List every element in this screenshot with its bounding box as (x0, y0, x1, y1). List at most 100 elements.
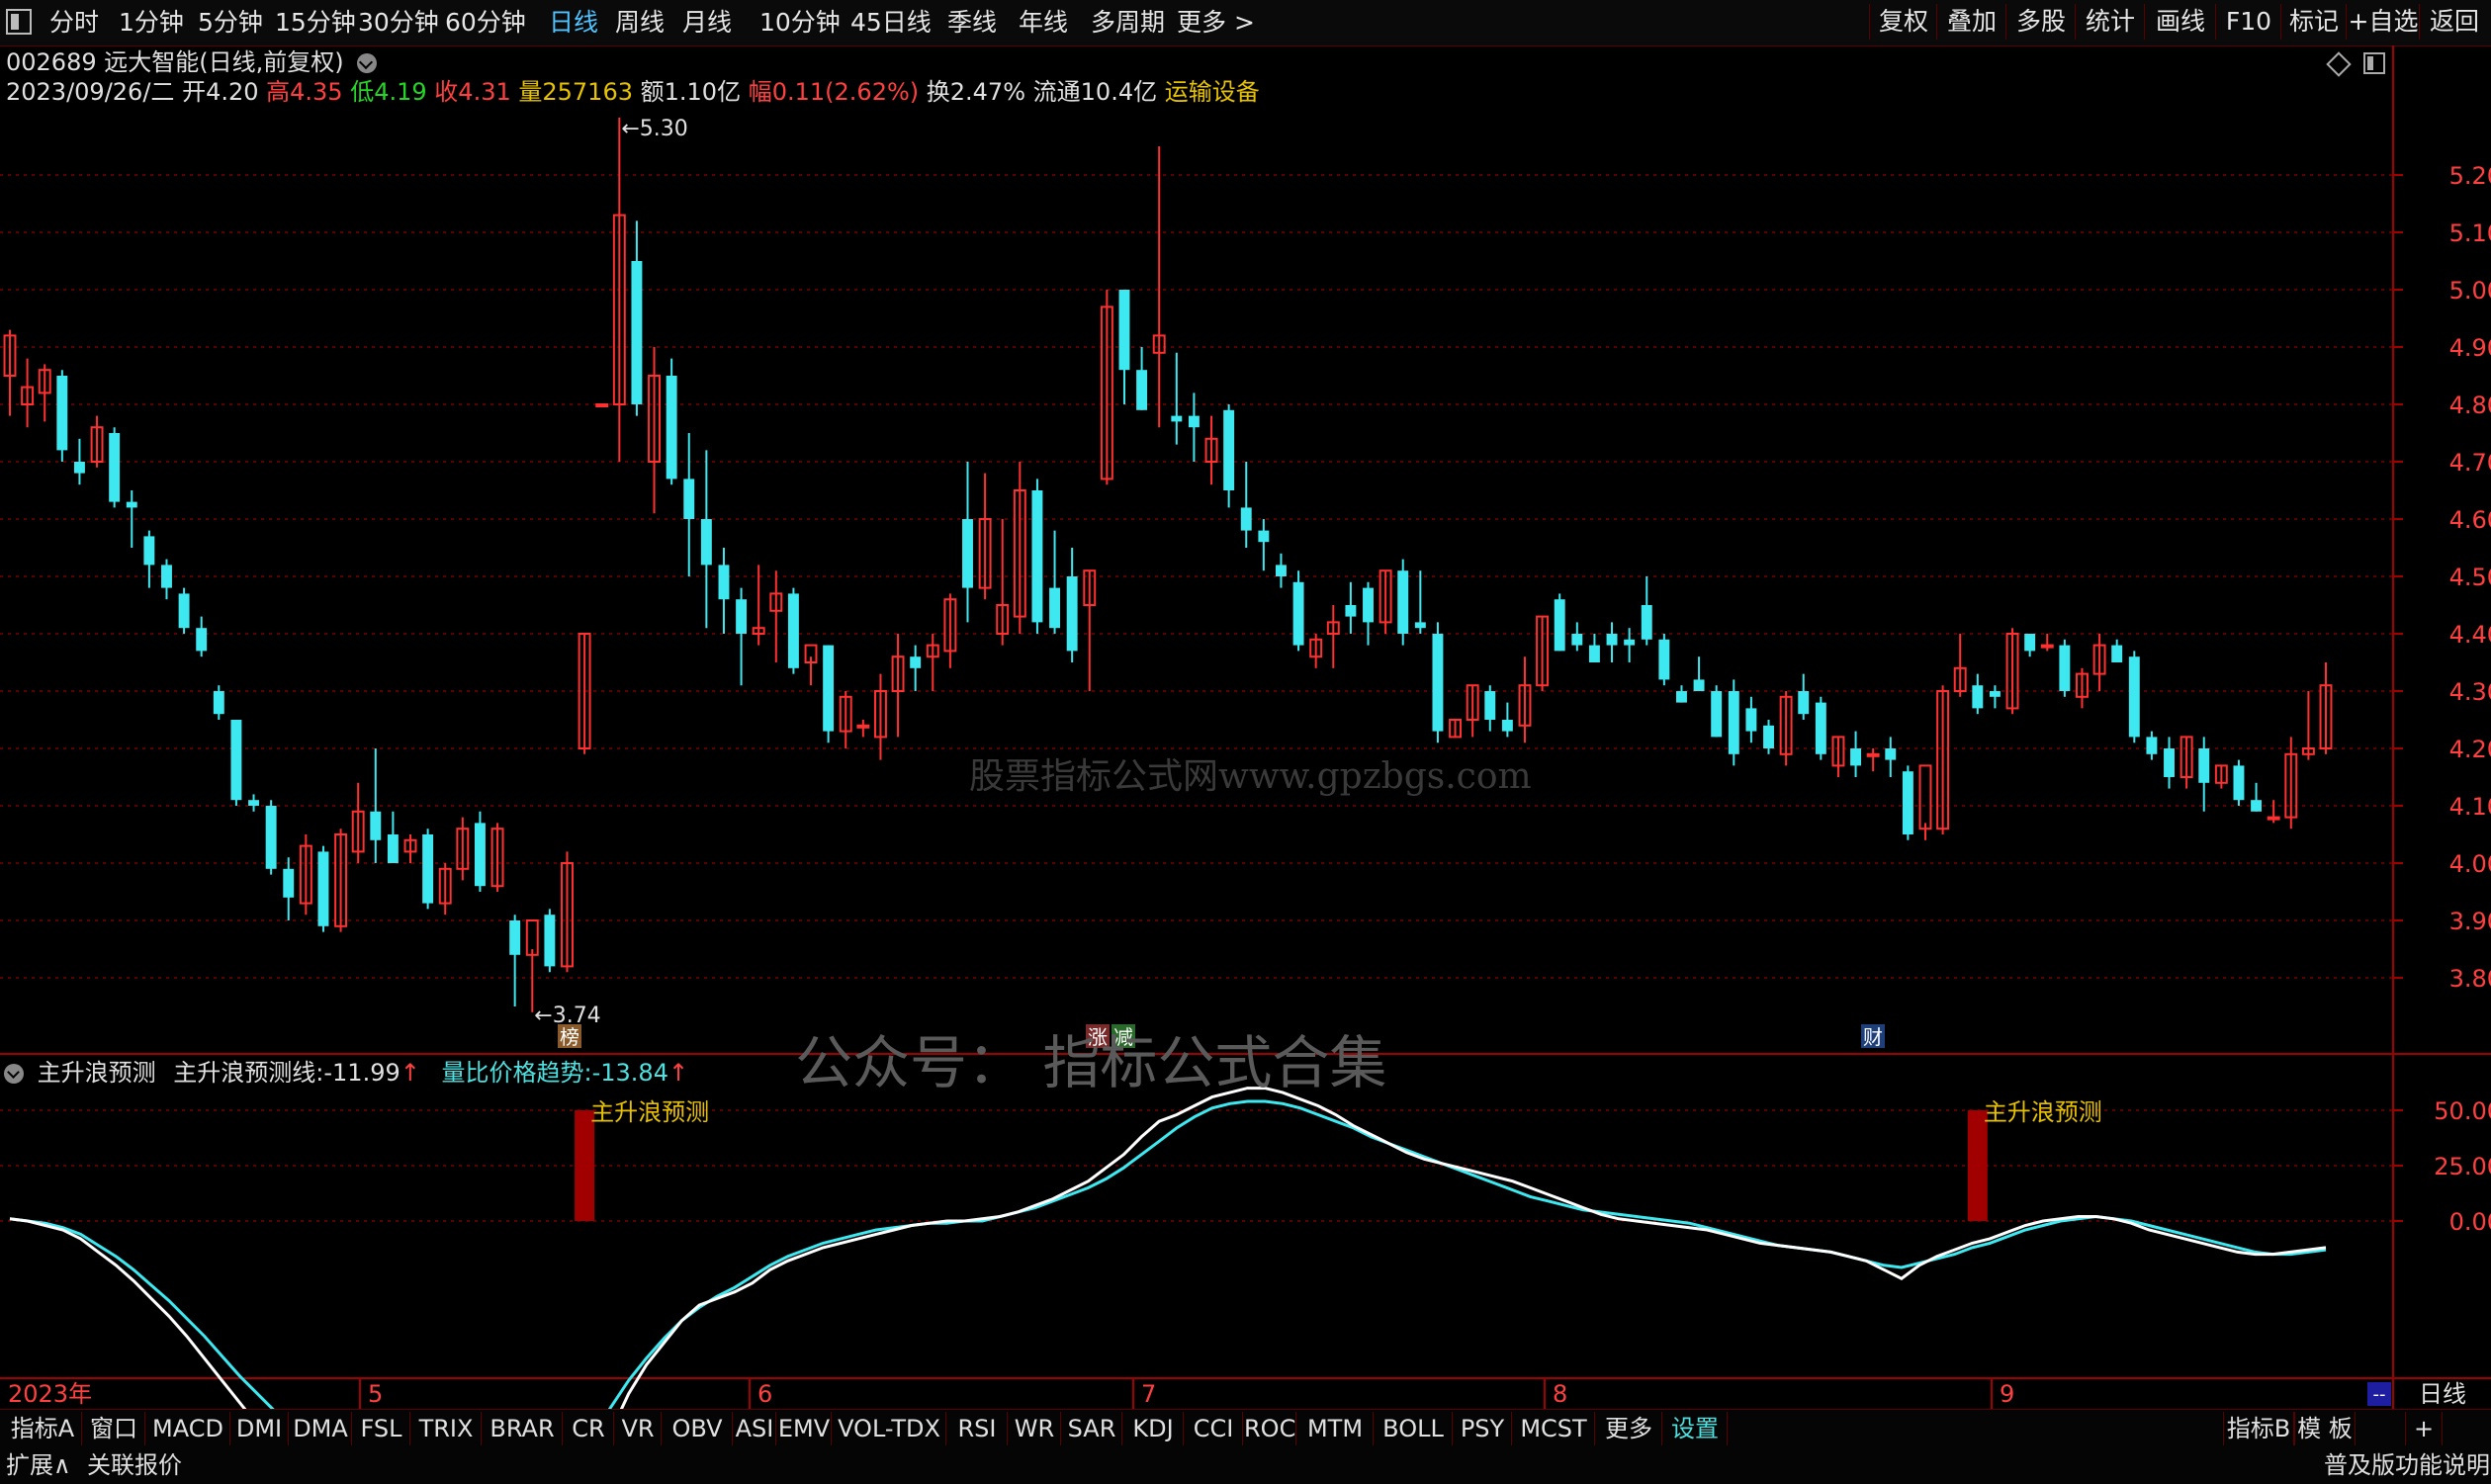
indicator-tab-7[interactable]: BRAR (483, 1412, 563, 1445)
candle-body (1171, 415, 1183, 422)
indicator-tab-4[interactable]: DMA (290, 1412, 352, 1445)
candle-body (1989, 691, 2001, 697)
candle-body (143, 536, 155, 566)
indicator-right-button-0[interactable]: 指标B (2223, 1412, 2294, 1445)
indicator-tab-13[interactable]: VOL-TDX (833, 1412, 946, 1445)
indicator-tab-2[interactable]: MACD (146, 1412, 230, 1445)
indicator-tab-17[interactable]: KDJ (1123, 1412, 1184, 1445)
candle-body (544, 915, 556, 967)
candle-body (387, 834, 399, 863)
price-axis-label: 5.00 (2449, 277, 2491, 305)
up-arrow-icon: ↑ (400, 1059, 420, 1087)
candle-body (109, 433, 121, 502)
price-axis-label: 3.80 (2449, 965, 2491, 993)
candle-body (1414, 622, 1426, 629)
candle-body (370, 811, 382, 840)
indicator-tab-23[interactable]: MCST (1513, 1412, 1595, 1445)
candle-body (2251, 800, 2263, 812)
indicator-line2-value: -13.84 (591, 1059, 668, 1087)
edition-info-link[interactable]: 普及版功能说明 (2324, 1449, 2490, 1481)
indicator-tab-3[interactable]: DMI (230, 1412, 289, 1445)
indicator-tab-24[interactable]: 更多 (1596, 1412, 1662, 1445)
candle-body (1031, 490, 1043, 623)
scroll-indicator-label: -- (2373, 1384, 2386, 1405)
candle-body (213, 691, 224, 715)
candle-body (178, 593, 190, 629)
indicator-tab-15[interactable]: WR (1009, 1412, 1061, 1445)
candle-body (1049, 587, 1061, 629)
candle-body (1606, 634, 1618, 646)
candle-body (2146, 737, 2158, 754)
candle-body (666, 376, 677, 480)
candle-body (1850, 748, 1862, 766)
candle-body (509, 920, 521, 955)
candle-body (1763, 725, 1774, 748)
candle-body (56, 376, 68, 451)
indicator-tab-10[interactable]: OBV (663, 1412, 733, 1445)
month-label: 5 (368, 1380, 383, 1408)
indicator-tab-21[interactable]: BOLL (1375, 1412, 1453, 1445)
price-axis-label: 4.50 (2449, 564, 2491, 591)
indicator-tab-8[interactable]: CR (564, 1412, 614, 1445)
indicator-tab-6[interactable]: TRIX (411, 1412, 482, 1445)
indicator-tab-22[interactable]: PSY (1454, 1412, 1512, 1445)
indicator-tab-9[interactable]: VR (615, 1412, 662, 1445)
indicator-line1-label: 主升浪预测线: (173, 1059, 324, 1087)
signal-label: 主升浪预测 (590, 1098, 709, 1126)
indicator-line2-label: 量比价格趋势: (441, 1059, 592, 1087)
indicator-tab-11[interactable]: ASI (734, 1412, 776, 1445)
candle-body (910, 656, 922, 668)
price-axis-label: 4.70 (2449, 449, 2491, 477)
indicator-tab-5[interactable]: FSL (353, 1412, 410, 1445)
candle-body (631, 261, 643, 404)
year-label: 2023年 (8, 1380, 92, 1408)
candle-body (283, 868, 295, 898)
candle-body (1866, 752, 1880, 757)
candle-body (595, 403, 609, 407)
indicator-header: 主升浪预测 主升浪预测线:-11.99↑ 量比价格趋势:-13.84↑ (4, 1056, 688, 1090)
candle-body (230, 720, 242, 801)
indicator-tab-14[interactable]: RSI (947, 1412, 1008, 1445)
indicator-title: 主升浪预测 (37, 1059, 156, 1087)
indicator-tab-20[interactable]: MTM (1297, 1412, 1374, 1445)
kline-chart[interactable]: 5.20 5.10 5.00 4.90 4.80 4.70 4.60 4.50 4.40 4.30… (0, 0, 2491, 1484)
candle-body (1693, 679, 1705, 691)
indicator-tab-25[interactable]: 设置 (1663, 1412, 1728, 1445)
indicator-tab-1[interactable]: 窗口 (83, 1412, 145, 1445)
indicator-tab-18[interactable]: CCI (1185, 1412, 1243, 1445)
price-axis-label: 4.80 (2449, 392, 2491, 419)
indicator-right-button-1[interactable]: 模 板 (2294, 1412, 2356, 1445)
candle-body (265, 806, 277, 869)
indicator-right-button-2[interactable]: + (2405, 1412, 2443, 1445)
up-arrow-icon: ↑ (667, 1059, 689, 1087)
candle-body (1571, 634, 1583, 646)
price-axis-label: 3.90 (2449, 908, 2491, 935)
candle-body (1972, 685, 1984, 709)
indicator-tab-16[interactable]: SAR (1062, 1412, 1122, 1445)
candle-body (2164, 748, 2175, 777)
candle-body (683, 479, 695, 519)
status-bar: 扩展∧ 关联报价 普及版功能说明 (0, 1447, 2491, 1484)
indicator-tab-0[interactable]: 指标A (4, 1412, 82, 1445)
candle-body (2128, 656, 2140, 738)
indicator-axis-label: 25.00 (2434, 1153, 2491, 1180)
indicator-tab-12[interactable]: EMV (777, 1412, 832, 1445)
candle-body (1258, 530, 1270, 543)
price-axis-label: 5.10 (2449, 219, 2491, 247)
candle-body (1501, 720, 1513, 732)
indicator-axis-label: 0.00 (2449, 1208, 2491, 1236)
indicator-dropdown-icon[interactable] (4, 1064, 24, 1084)
candle-body (1588, 645, 1600, 662)
signal-bar (575, 1110, 595, 1221)
candle-body (1554, 599, 1565, 652)
month-label: 7 (1141, 1380, 1156, 1408)
candle-body (474, 823, 486, 887)
expand-button[interactable]: 扩展∧ (6, 1449, 71, 1481)
candle-body (1798, 691, 1810, 715)
candle-body (1240, 507, 1252, 531)
indicator-tab-19[interactable]: ROC (1244, 1412, 1296, 1445)
candle-body (1658, 639, 1670, 680)
month-label: 8 (1553, 1380, 1567, 1408)
candle-body (700, 519, 712, 566)
related-quote-button[interactable]: 关联报价 (87, 1449, 182, 1481)
